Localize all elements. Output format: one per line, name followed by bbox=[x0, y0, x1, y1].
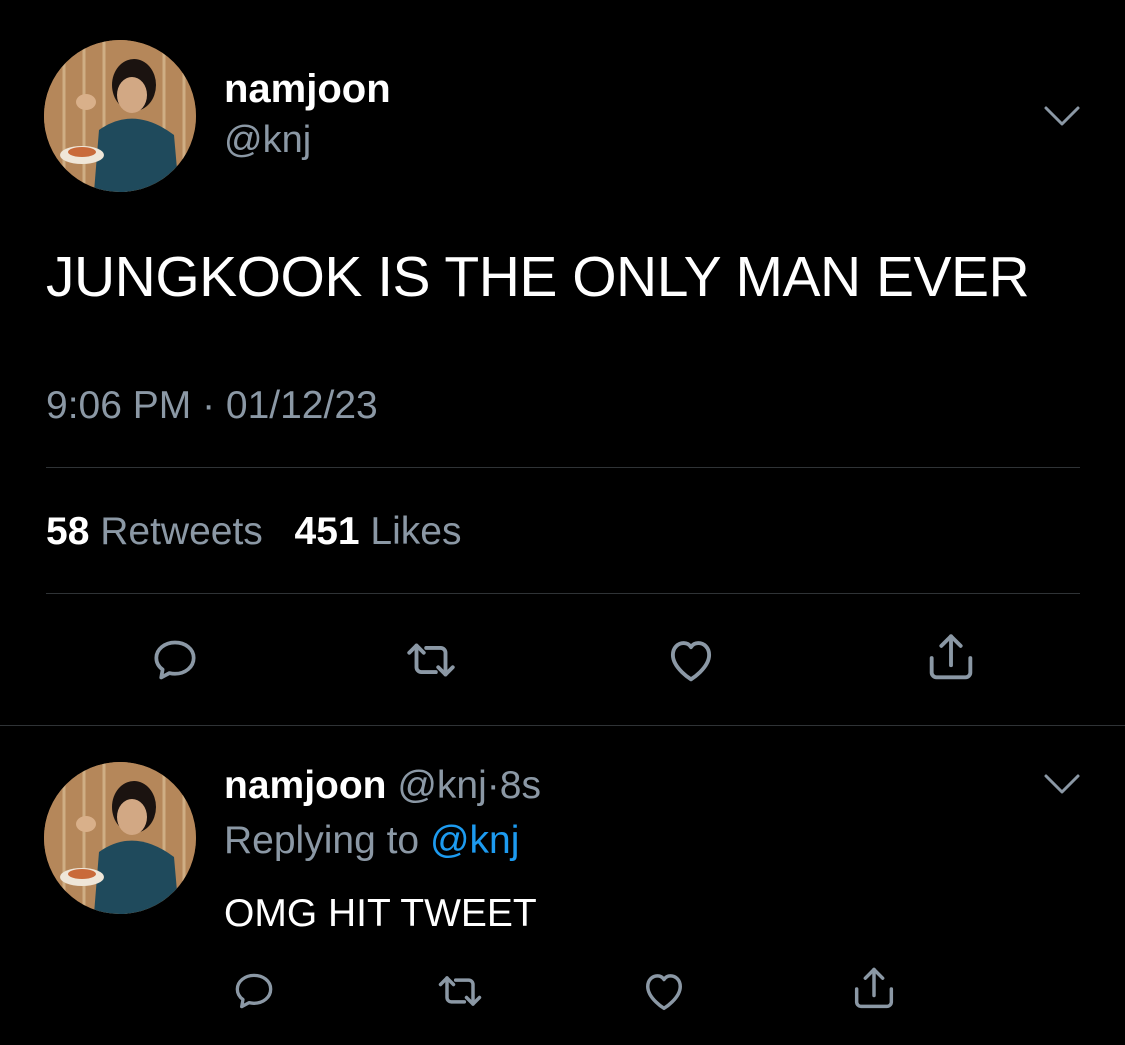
like-button[interactable] bbox=[656, 628, 726, 692]
handle[interactable]: @knj bbox=[224, 118, 311, 162]
share-button[interactable] bbox=[842, 961, 906, 1017]
tweet-text: JUNGKOOK IS THE ONLY MAN EVER bbox=[46, 245, 1030, 309]
replying-label: Replying to bbox=[224, 819, 420, 862]
retweets-label[interactable]: Retweets bbox=[100, 510, 263, 553]
avatar[interactable] bbox=[44, 40, 196, 192]
share-icon bbox=[854, 967, 894, 1009]
retweet-icon bbox=[407, 643, 455, 677]
reply-header: namjoon @knj·8s bbox=[224, 763, 541, 809]
retweet-button[interactable] bbox=[396, 628, 466, 692]
retweet-icon bbox=[438, 976, 482, 1006]
retweet-button[interactable] bbox=[428, 963, 492, 1019]
likes-label[interactable]: Likes bbox=[370, 510, 461, 553]
reply-icon bbox=[235, 973, 273, 1009]
display-name[interactable]: namjoon bbox=[224, 66, 391, 112]
share-icon bbox=[929, 634, 973, 680]
separator: · bbox=[486, 764, 500, 807]
likes-count[interactable]: 451 bbox=[295, 510, 360, 553]
chevron-down-icon[interactable] bbox=[1040, 96, 1084, 136]
handle[interactable]: @knj bbox=[397, 764, 486, 807]
reply-text: OMG HIT TWEET bbox=[224, 892, 537, 935]
tweet-stats: 58 Retweets 451 Likes bbox=[46, 509, 461, 555]
display-name[interactable]: namjoon bbox=[224, 764, 387, 807]
replying-to: Replying to @knj bbox=[224, 818, 519, 864]
divider bbox=[46, 467, 1080, 468]
replying-handle-link[interactable]: @knj bbox=[430, 819, 519, 862]
like-icon bbox=[670, 641, 712, 682]
retweets-count[interactable]: 58 bbox=[46, 510, 89, 553]
reply-button[interactable] bbox=[222, 963, 286, 1019]
divider bbox=[46, 593, 1080, 594]
share-button[interactable] bbox=[916, 626, 986, 690]
divider bbox=[0, 725, 1125, 726]
chevron-down-icon[interactable] bbox=[1040, 764, 1084, 804]
like-button[interactable] bbox=[632, 963, 696, 1019]
like-icon bbox=[646, 974, 682, 1011]
tweet-age[interactable]: 8s bbox=[500, 764, 541, 807]
reply-icon bbox=[154, 640, 196, 680]
reply-button[interactable] bbox=[140, 628, 210, 692]
tweet-timestamp[interactable]: 9:06 PM · 01/12/23 bbox=[46, 383, 378, 429]
avatar[interactable] bbox=[44, 762, 196, 914]
